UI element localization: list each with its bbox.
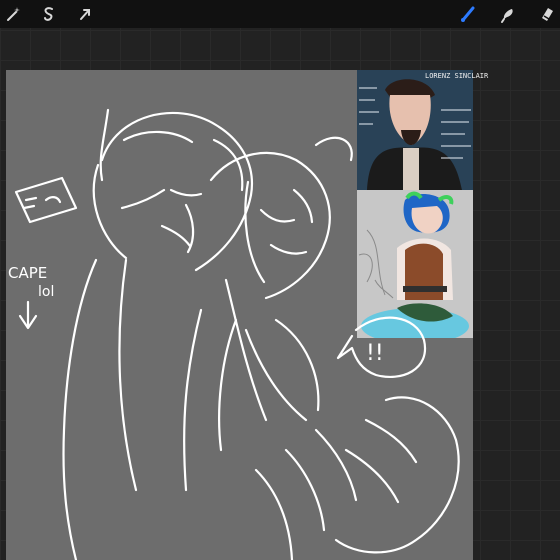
- magic-wand-icon: [7, 7, 20, 21]
- white-line-sketch: CAPE lol !!: [8, 108, 460, 560]
- s-selection-icon: [44, 7, 53, 21]
- adjustments-button[interactable]: [2, 2, 26, 26]
- top-toolbar: [0, 0, 560, 28]
- cape-label: CAPE: [8, 264, 47, 282]
- cape-label-lol: lol: [38, 284, 54, 300]
- eraser-icon: [542, 8, 553, 21]
- brush-tool-button[interactable]: [456, 2, 480, 26]
- selection-button[interactable]: [37, 2, 61, 26]
- exclaim-text: !!: [366, 341, 384, 366]
- transform-button[interactable]: [73, 2, 97, 26]
- arrow-icon: [80, 9, 90, 20]
- eraser-tool-button[interactable]: [535, 2, 559, 26]
- smudge-icon: [501, 9, 513, 23]
- smudge-tool-button[interactable]: [496, 2, 520, 26]
- brush-icon: [461, 6, 475, 22]
